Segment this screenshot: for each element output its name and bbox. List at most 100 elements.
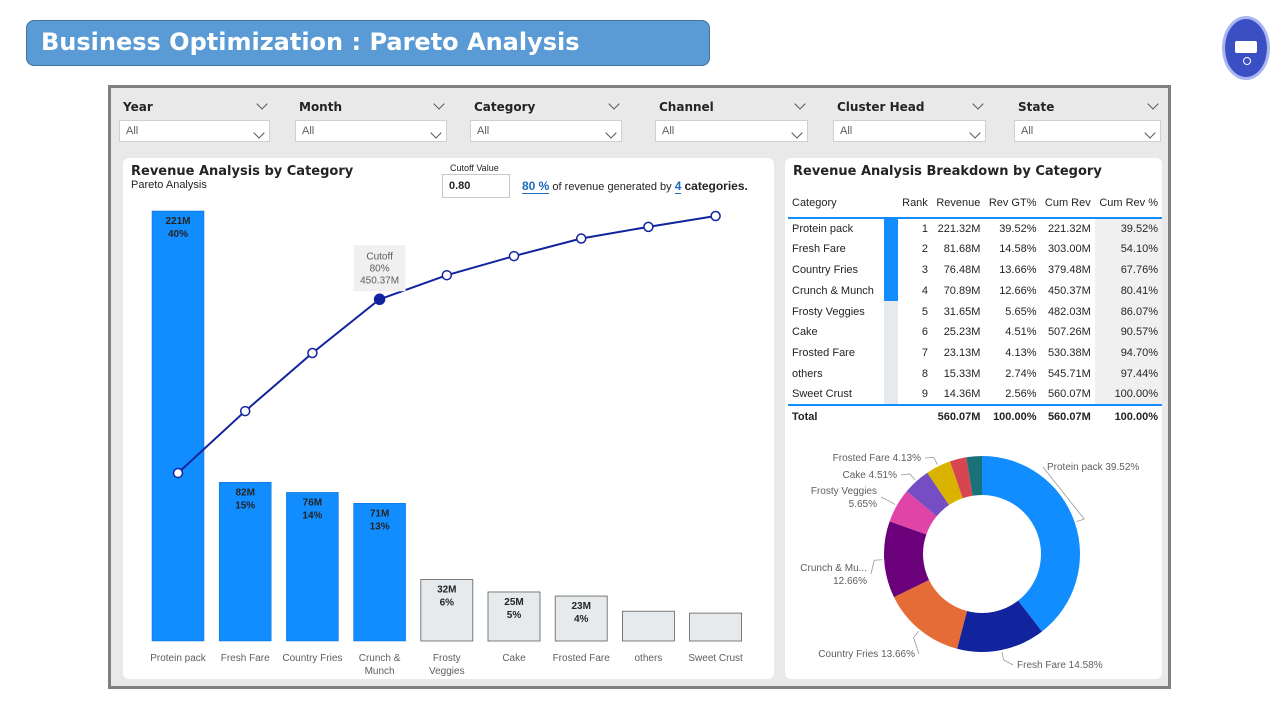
cumulative-point[interactable] xyxy=(643,221,654,233)
bar-value-label: 25M xyxy=(504,597,523,608)
slicer-month[interactable]: Month All xyxy=(295,98,447,144)
table-row[interactable]: Frosty Veggies 5 31.65M 5.65% 482.03M 86.07% xyxy=(788,301,1162,322)
table-cell: 25.23M xyxy=(943,326,981,339)
column-header[interactable]: Revenue xyxy=(932,188,984,218)
table-cell: 39.52% xyxy=(999,222,1037,235)
cumulative-line xyxy=(177,215,716,474)
slicer-channel[interactable]: Channel All xyxy=(655,98,808,144)
slicer-dropdown[interactable]: All xyxy=(119,120,270,142)
total-cell: 560.07M xyxy=(1047,410,1091,423)
databar-cell xyxy=(884,238,898,260)
cumulative-point[interactable] xyxy=(710,210,721,222)
leader-line xyxy=(1001,651,1014,666)
table-row[interactable]: Cake 6 25.23M 4.51% 507.26M 90.57% xyxy=(788,321,1162,343)
cumulative-point[interactable] xyxy=(441,269,453,281)
donut-label: Frosty Veggies 5.65% xyxy=(811,486,877,510)
table-row[interactable]: Country Fries 3 76.48M 13.66% 379.48M 67.76% xyxy=(788,259,1162,281)
leader-line xyxy=(880,496,896,505)
x-tick-label: Sweet Crust xyxy=(688,653,743,664)
slicer-state[interactable]: State All xyxy=(1014,98,1161,144)
cumulative-point[interactable] xyxy=(307,347,318,359)
total-cell: 100.00% xyxy=(1114,410,1158,423)
bar-pct-label: 15% xyxy=(235,500,255,511)
databar-cell xyxy=(884,321,898,343)
chevron-down-icon[interactable] xyxy=(794,98,806,111)
cumulative-point[interactable] xyxy=(508,250,520,262)
cumulative-point[interactable] xyxy=(575,233,587,244)
databar-cell xyxy=(884,280,898,302)
table-cell: 450.37M xyxy=(1047,284,1091,297)
breakdown-title: Revenue Analysis Breakdown by Category xyxy=(793,164,1102,179)
bar-8[interactable] xyxy=(689,612,742,642)
donut-label: Fresh Fare 14.58% xyxy=(1017,660,1103,671)
table-cell: 221.32M xyxy=(937,222,981,235)
table-cell: 2.56% xyxy=(1005,388,1037,401)
bar-value-label: 32M xyxy=(437,585,456,596)
slicer-cluster-head[interactable]: Cluster Head All xyxy=(833,98,986,144)
chevron-down-icon[interactable] xyxy=(1147,98,1159,111)
table-cell: Country Fries xyxy=(792,263,859,276)
table-cell: 2.74% xyxy=(1005,367,1037,380)
slicer-dropdown[interactable]: All xyxy=(1014,120,1161,142)
slicer-year[interactable]: Year All xyxy=(119,98,270,144)
cumulative-point[interactable] xyxy=(172,467,184,479)
table-row[interactable]: Sweet Crust 9 14.36M 2.56% 560.07M 100.00% xyxy=(788,384,1162,406)
x-tick-label: Country Fries xyxy=(282,653,342,664)
column-header[interactable]: Cum Rev % xyxy=(1095,188,1162,218)
breakdown-panel: Revenue Analysis Breakdown by Category C… xyxy=(785,158,1162,679)
total-cell: Total xyxy=(792,410,818,423)
table-cell: 5 xyxy=(921,305,928,318)
breakdown-table: Category Rank Revenue Rev GT% Cum Rev Cum Rev… xyxy=(788,188,1162,427)
slicer-label: Cluster Head xyxy=(837,100,925,114)
tooltip-text: 80% xyxy=(370,263,390,274)
title-banner: Business Optimization : Pareto Analysis xyxy=(26,20,710,66)
column-header[interactable]: Category xyxy=(788,188,884,218)
bar-0[interactable] xyxy=(151,210,205,642)
table-cell: 13.66% xyxy=(999,263,1037,276)
table-cell: Frosty Veggies xyxy=(792,305,865,318)
bar-pct-label: 6% xyxy=(440,598,455,609)
table-cell: 9 xyxy=(921,388,928,401)
slicer-dropdown[interactable]: All xyxy=(655,120,808,142)
slicer-dropdown[interactable]: All xyxy=(833,120,986,142)
table-cell: 70.89M xyxy=(943,284,981,297)
chevron-down-icon[interactable] xyxy=(256,98,268,111)
x-tick-label: Crunch & Munch xyxy=(359,653,401,677)
column-header[interactable]: Rank xyxy=(898,188,932,218)
donut-label: Cake 4.51% xyxy=(843,470,898,481)
chevron-down-icon[interactable] xyxy=(608,98,620,111)
table-cell: 545.71M xyxy=(1047,367,1091,380)
slicer-category[interactable]: Category All xyxy=(470,98,622,144)
chevron-down-icon[interactable] xyxy=(433,98,445,111)
table-row[interactable]: Protein pack 1 221.32M 39.52% 221.32M 39.52% xyxy=(788,218,1162,239)
donut-slice-0[interactable] xyxy=(982,456,1080,632)
table-row[interactable]: Fresh Fare 2 81.68M 14.58% 303.00M 54.10% xyxy=(788,238,1162,260)
tooltip-text: Cutoff xyxy=(366,251,393,262)
databar-cell xyxy=(884,259,898,281)
table-cell: 81.68M xyxy=(943,243,981,256)
slicer-dropdown[interactable]: All xyxy=(470,120,622,142)
table-cell: 4.51% xyxy=(1005,326,1037,339)
bar-7[interactable] xyxy=(621,610,675,642)
table-cell: others xyxy=(792,367,823,380)
column-header[interactable]: Rev GT% xyxy=(984,188,1040,218)
column-header[interactable]: Cum Rev xyxy=(1041,188,1095,218)
table-row[interactable]: others 8 15.33M 2.74% 545.71M 97.44% xyxy=(788,363,1162,385)
table-row[interactable]: Crunch & Munch 4 70.89M 12.66% 450.37M 80.41% xyxy=(788,280,1162,302)
table-cell: 86.07% xyxy=(1094,301,1162,322)
cumulative-point[interactable] xyxy=(239,405,251,417)
chevron-down-icon xyxy=(253,124,265,142)
donut-label: Frosted Fare 4.13% xyxy=(833,453,921,464)
cutoff-tooltip: Cutoff80%450.37M xyxy=(353,245,406,292)
cumulative-point[interactable] xyxy=(373,293,386,306)
table-row[interactable]: Frosted Fare 7 23.13M 4.13% 530.38M 94.70% xyxy=(788,342,1162,364)
slicer-dropdown[interactable]: All xyxy=(295,120,447,142)
chevron-down-icon[interactable] xyxy=(972,98,984,111)
chevron-down-icon xyxy=(791,124,803,142)
databar-cell xyxy=(884,405,898,427)
slicer-value: All xyxy=(126,125,139,137)
table-cell: Crunch & Munch xyxy=(792,284,874,297)
chevron-down-icon xyxy=(605,124,617,142)
slicer-label: Channel xyxy=(659,100,714,114)
databar-header xyxy=(884,188,898,218)
